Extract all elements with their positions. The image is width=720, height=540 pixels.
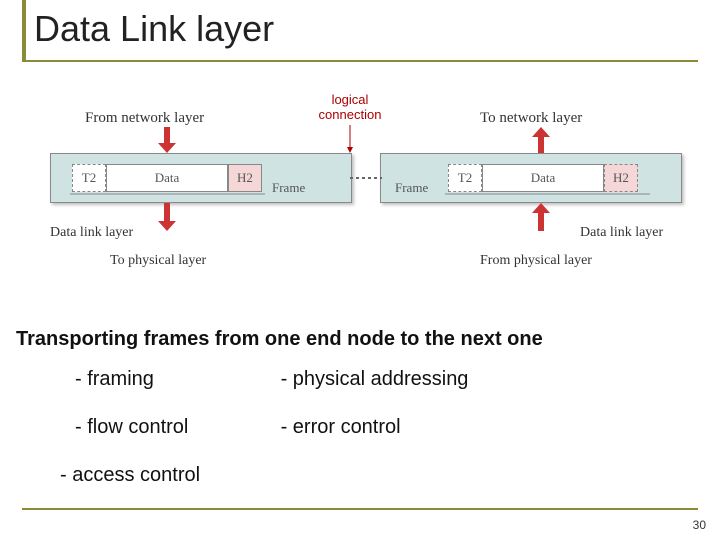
left-arrow-in-icon — [158, 127, 176, 153]
left-physical-label: To physical layer — [110, 253, 206, 269]
page-number: 30 — [693, 518, 706, 532]
left-h2-cell: H2 — [228, 164, 262, 192]
to-network-layer-label: To network layer — [480, 110, 582, 127]
logical-line1: logical — [332, 92, 369, 107]
logical-line2: connection — [319, 107, 382, 122]
from-network-layer-label: From network layer — [85, 110, 204, 127]
bullet-row-2: - flow control - error control — [75, 416, 468, 464]
bullets-list: - framing - physical addressing - flow c… — [75, 368, 468, 512]
left-frame-label: Frame — [272, 180, 305, 196]
title-underline — [22, 60, 698, 62]
right-t2-cell: T2 — [448, 164, 482, 192]
left-datalink-label: Data link layer — [50, 225, 133, 241]
diagram-container: From network layer To network layer logi… — [50, 85, 670, 285]
right-frame-label: Frame — [395, 180, 428, 196]
page-title: Data Link layer — [34, 8, 274, 50]
logical-arrow-icon — [347, 125, 353, 153]
right-physical-label: From physical layer — [480, 253, 592, 269]
subheading: Transporting frames from one end node to… — [16, 328, 543, 351]
right-h2-cell: H2 — [604, 164, 638, 192]
accent-bar — [22, 0, 26, 62]
bullet-physical: - physical addressing — [281, 368, 469, 391]
bullet-row-1: - framing - physical addressing — [75, 368, 468, 416]
right-frame-bracket — [445, 191, 650, 199]
bullet-error: - error control — [281, 416, 401, 439]
logical-connection-label: logical connection — [310, 93, 390, 123]
left-frame-bracket — [70, 191, 265, 199]
left-arrow-out-icon — [158, 203, 176, 231]
connector-dashed — [350, 175, 382, 181]
right-data-cell: Data — [482, 164, 604, 192]
right-datalink-label: Data link layer — [580, 225, 663, 241]
bottom-underline — [22, 508, 698, 510]
right-arrow-out-icon — [532, 127, 550, 153]
left-t2-cell: T2 — [72, 164, 106, 192]
bullet-row-3: - access control — [75, 464, 468, 512]
right-arrow-in-icon — [532, 203, 550, 231]
left-data-cell: Data — [106, 164, 228, 192]
bullet-access: - access control — [60, 464, 260, 487]
bullet-framing: - framing — [75, 368, 275, 391]
bullet-flow: - flow control — [75, 416, 275, 439]
